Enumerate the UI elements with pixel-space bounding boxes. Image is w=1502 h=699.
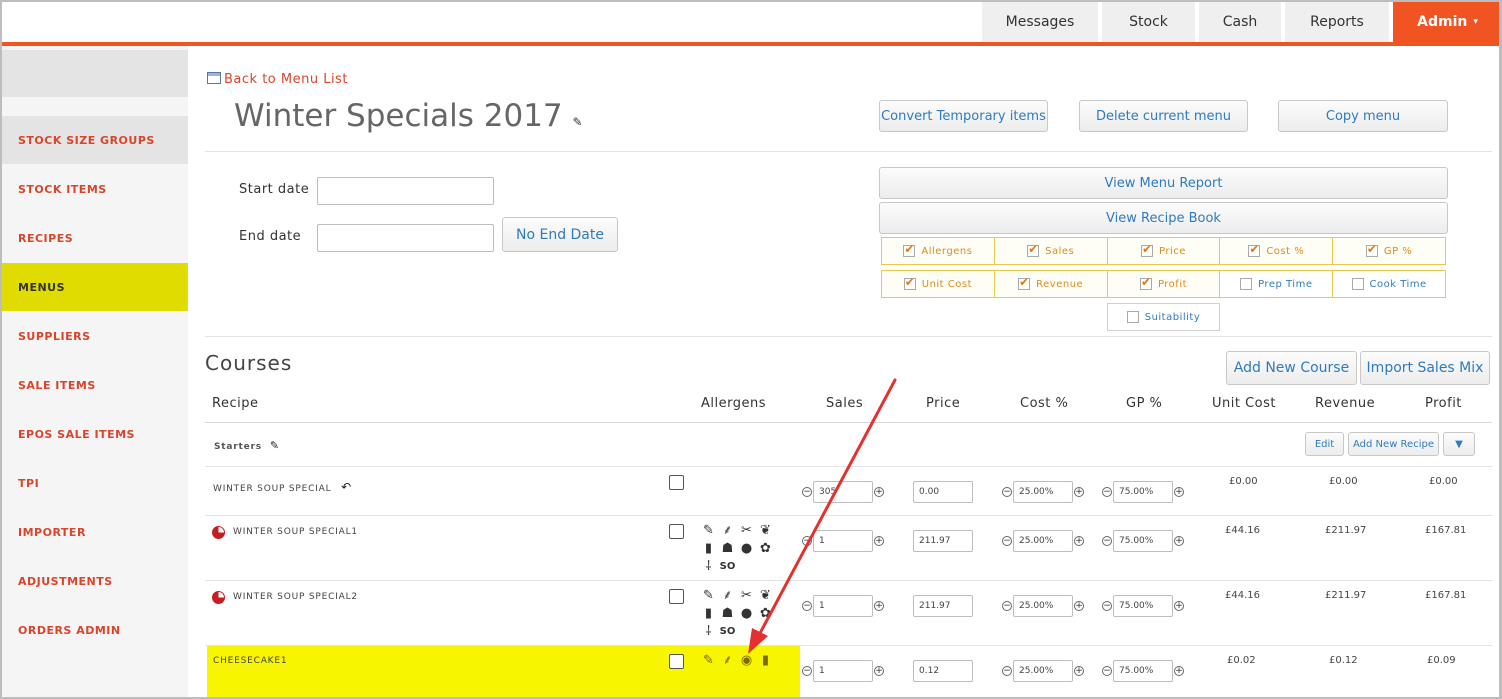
annotation-arrow: [748, 378, 897, 654]
arrow-head: [748, 628, 768, 654]
app-frame: Messages Stock Cash Reports Admin ▾ STOC…: [0, 0, 1502, 699]
arrow-shaft: [756, 378, 897, 639]
